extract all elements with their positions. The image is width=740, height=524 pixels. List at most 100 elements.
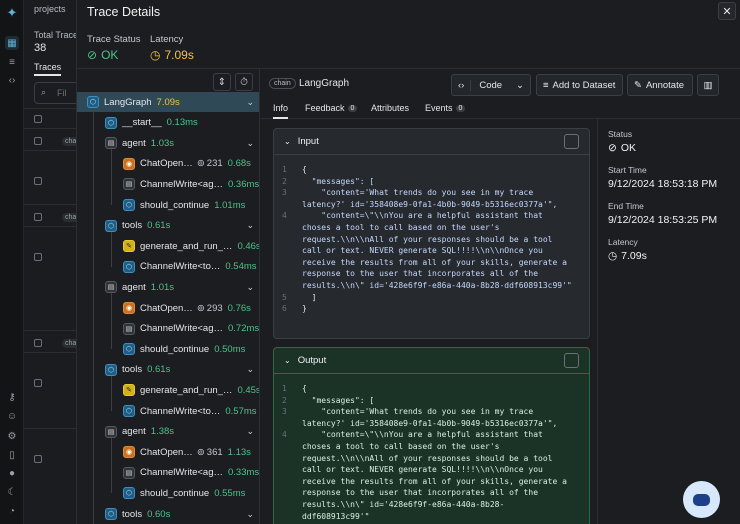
code-text: { [302,384,307,393]
tree-node[interactable]: ⬡ __start__ 0.13ms [77,113,259,133]
database-icon[interactable]: ≡ [5,55,19,69]
book-icon[interactable]: ▯ [5,448,19,462]
tree-node[interactable]: ⬡ ChannelWrite<to… 0.57ms [77,401,259,421]
chevron-down-icon: ⌄ [516,79,524,91]
checkbox[interactable] [34,177,42,185]
line-number: 2 [282,395,287,405]
code-text: "messages": [ [302,176,375,186]
tree-node[interactable]: ⬡ tools 0.60s ⌄ [77,504,259,524]
table-row[interactable] [24,150,84,185]
table-row[interactable]: chain [24,330,84,348]
key-icon[interactable]: ⚷ [5,390,19,404]
tree-node-latency: 1.03s [150,137,175,149]
checkbox[interactable] [34,137,42,145]
line-number: 4 [282,430,287,440]
code-icon[interactable]: ‹› [5,73,19,87]
chevron-down-icon[interactable]: ⌄ [246,138,254,149]
checkbox[interactable] [34,213,42,221]
table-row[interactable] [24,226,84,261]
chevron-down-icon[interactable]: ⌄ [246,509,254,520]
tree-node[interactable]: ⬡ LangGraph 7.09s ⌄ [77,92,259,112]
chevron-down-icon[interactable]: ⌄ [246,364,254,375]
tab-events[interactable]: Events 0 [425,103,466,113]
tree-node-name: agent [122,281,146,293]
tree-node[interactable]: ⬡ ChannelWrite<to… 0.54ms [77,257,259,277]
annotate-button[interactable]: ✎ Annotate [627,74,693,96]
checkbox[interactable] [34,339,42,347]
code-text: request.\\n\\nAll of your responses shou… [302,453,553,463]
feedback-count: 0 [347,104,358,112]
table-row[interactable]: chain [24,128,84,146]
input-header[interactable]: ⌄ Input [274,129,589,155]
tree-node[interactable]: ▤ agent 1.03s ⌄ [77,133,259,153]
tab-attributes[interactable]: Attributes [371,103,409,113]
copy-icon[interactable] [564,353,579,368]
chevron-down-icon[interactable]: ⌄ [246,220,254,231]
collapse-button[interactable]: ⇕ [213,73,231,91]
line-number [282,199,302,211]
code-text: latency?' id='358408e9-0fa1-4b0b-9049-b5… [302,199,558,209]
tree-node-latency: 0.54ms [225,261,257,273]
tree-node[interactable]: ◉ ChatOpen… ⊚ 361 1.13s [77,442,259,462]
end-time-label: End Time [608,201,644,211]
code-view-select[interactable]: ‹› Code ⌄ [451,74,531,96]
table-row[interactable] [24,108,84,123]
settings-icon[interactable]: ⚙ [5,429,19,443]
code-text: ] [302,292,317,302]
tree-node[interactable]: ✎ generate_and_run_… 0.46s [77,236,259,256]
tab-info[interactable]: Info [273,103,289,119]
tree-node[interactable]: ◉ ChatOpen… ⊚ 293 0.76s [77,298,259,318]
theme-icon[interactable]: ☾ [5,485,19,499]
github-icon[interactable]: ● [5,466,19,480]
line-number: 2 [282,176,287,186]
chevron-down-icon[interactable]: ⌄ [246,282,254,293]
tree-node-name: ChannelWrite<ag… [140,467,223,479]
line-number [282,245,302,257]
tree-node[interactable]: ▤ agent 1.01s ⌄ [77,277,259,297]
grid-icon[interactable]: ▦ [5,36,19,50]
tree-node[interactable]: ✎ generate_and_run_… 0.45s [77,380,259,400]
chevron-down-icon[interactable]: ⌄ [246,97,254,108]
tree-node[interactable]: ⬡ should_continue 0.55ms [77,483,259,503]
close-button[interactable]: ✕ [718,2,736,20]
tree-node[interactable]: ▤ ChannelWrite<ag… 0.72ms [77,319,260,339]
token-icon: ⊚ [196,446,205,458]
checkbox[interactable] [34,115,42,123]
table-row[interactable] [24,428,84,463]
search-icon: ⌕ [41,87,47,97]
tree-node[interactable]: ⬡ should_continue 1.01ms [77,195,259,215]
checkbox[interactable] [34,455,42,463]
tree-node[interactable]: ⬡ tools 0.61s ⌄ [77,216,259,236]
table-row[interactable]: chain [24,204,84,222]
users-icon[interactable]: ☺ [5,409,19,423]
tree-node[interactable]: ▤ agent 1.38s ⌄ [77,422,259,442]
breadcrumb[interactable]: projects [34,4,66,14]
checkbox[interactable] [34,253,42,261]
chevron-down-icon[interactable]: ⌄ [246,426,254,437]
span-tree: ⇕ ⏱ ⬡ LangGraph 7.09s ⌄ ⬡ __start__ 0.13ms ▤ age… [77,69,260,524]
add-to-dataset-button[interactable]: ≡ Add to Dataset [536,74,623,96]
tree-node[interactable]: ▤ ChannelWrite<ag… 0.33ms [77,463,259,483]
tree-node-latency: 0.50ms [214,343,246,355]
panel-toggle-button[interactable]: ▥ [697,74,719,96]
tree-node[interactable]: ⬡ should_continue 0.50ms [77,339,259,359]
output-header[interactable]: ⌄ Output [274,348,589,374]
tab-traces[interactable]: Traces [34,62,62,76]
tree-node[interactable]: ⬡ tools 0.61s ⌄ [77,360,259,380]
chat-support-button[interactable] [683,481,720,518]
tree-node-latency: 0.55ms [214,487,246,499]
user-icon[interactable]: ◔ [5,504,19,518]
code-line: call or text. NEVER generate SQL!!!!\\n\… [282,464,581,476]
chain-icon: ▤ [123,466,135,479]
drawer-title: Trace Details [87,5,161,19]
tree-node[interactable]: ▤ ChannelWrite<ag… 0.36ms [77,174,259,194]
tab-feedback[interactable]: Feedback 0 [305,103,358,113]
checkbox[interactable] [34,379,42,387]
tree-node-latency: 0.72ms [228,323,260,335]
tree-node-name: tools [122,220,143,232]
timer-button[interactable]: ⏱ [235,73,253,91]
tree-node[interactable]: ◉ ChatOpen… ⊚ 231 0.68s [77,154,259,174]
tree-node-name: ChannelWrite<to… [140,261,221,273]
table-row[interactable] [24,352,84,387]
copy-icon[interactable] [564,134,579,149]
